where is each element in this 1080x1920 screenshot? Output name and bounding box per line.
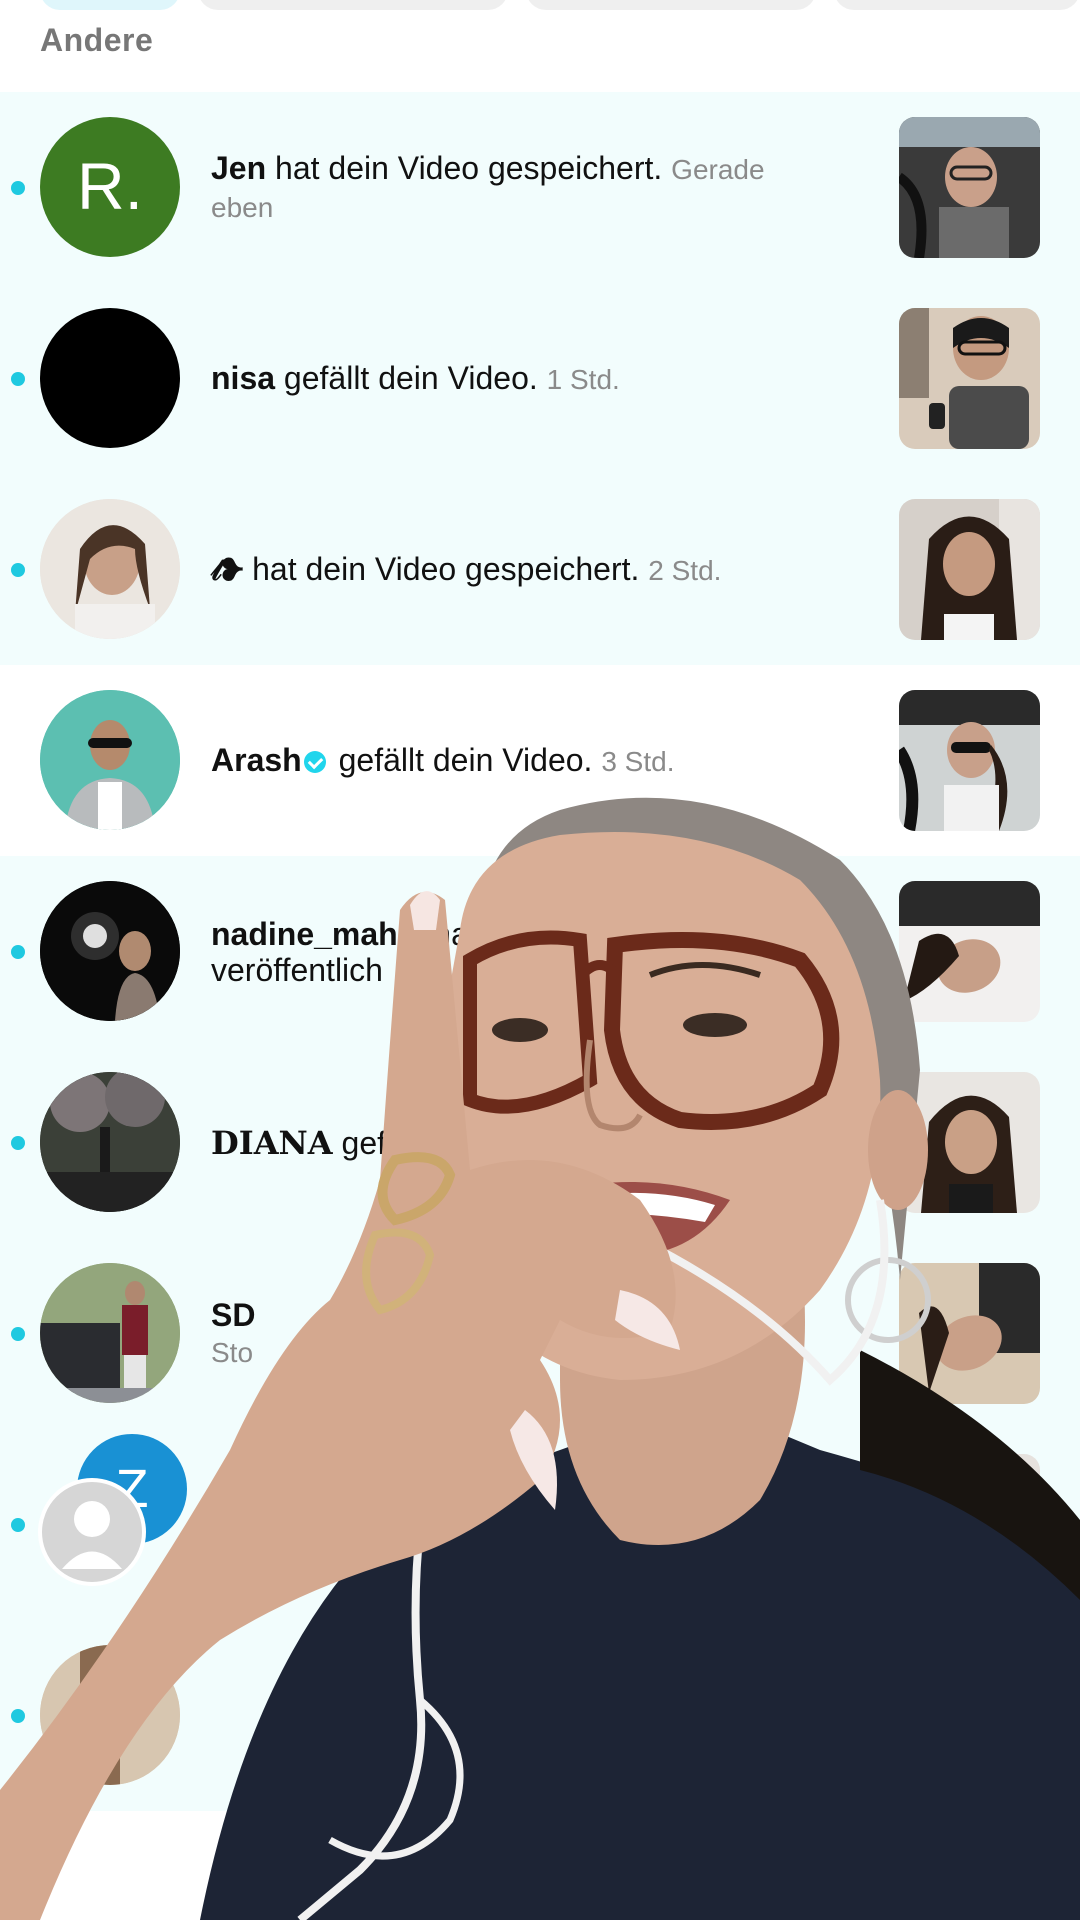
video-thumbnail[interactable]	[899, 881, 1040, 1022]
video-thumbnail[interactable]	[899, 1072, 1040, 1213]
video-thumbnail[interactable]	[899, 690, 1040, 831]
notification-text: Arash gefällt dein Video. 3 Std.	[211, 665, 831, 856]
notification-action: gef	[341, 1124, 386, 1161]
username[interactable]: Arash	[211, 742, 302, 778]
verified-badge-icon	[303, 751, 326, 774]
timestamp: 2 Std.	[648, 554, 722, 586]
avatar[interactable]	[40, 308, 180, 448]
notification-row[interactable]	[0, 1620, 1080, 1811]
notification-row[interactable]: 𝓉❥ hat dein Video gespeichert. 2 Std.	[0, 474, 1080, 665]
video-thumbnail[interactable]	[899, 1454, 1040, 1595]
notification-action: hat dein Video gespeichert.	[252, 550, 640, 587]
notification-row[interactable]: R. Jen hat dein Video gespeichert. Gerad…	[0, 92, 1080, 283]
notification-row[interactable]: Z	[0, 1429, 1080, 1620]
video-thumbnail[interactable]	[899, 308, 1040, 449]
unread-dot	[11, 1709, 25, 1723]
username[interactable]: Jen	[211, 150, 266, 186]
avatar[interactable]: R.	[40, 117, 180, 257]
unread-dot	[11, 1136, 25, 1150]
username[interactable]: DIANA	[211, 1124, 333, 1162]
notification-text: Jen hat dein Video gespeichert. Gerade e…	[211, 92, 831, 283]
username[interactable]: SD	[211, 1297, 255, 1333]
avatar[interactable]	[40, 881, 180, 1021]
unread-dot	[11, 563, 25, 577]
filter-chip[interactable]	[834, 0, 1080, 10]
avatar-letter: R.	[77, 149, 143, 223]
unread-dot	[11, 372, 25, 386]
username[interactable]: nisa	[211, 360, 275, 396]
avatar[interactable]	[40, 499, 180, 639]
notification-action-line2: veröffentlich	[211, 951, 383, 988]
timestamp: 3 Std.	[601, 745, 675, 777]
notification-row[interactable]: nadine_mah b ha veröffentlich	[0, 856, 1080, 1047]
notification-text: nisa gefällt dein Video. 1 Std.	[211, 283, 831, 474]
avatar[interactable]	[40, 1263, 180, 1403]
unread-dot	[11, 1518, 25, 1532]
video-thumbnail[interactable]	[899, 117, 1040, 258]
notification-action: b ha	[406, 915, 469, 952]
timestamp: 1 Std.	[546, 363, 620, 395]
filter-chip[interactable]	[526, 0, 816, 10]
notification-text: nadine_mah b ha veröffentlich	[211, 856, 831, 1047]
notification-list: R. Jen hat dein Video gespeichert. Gerad…	[0, 92, 1080, 1811]
notification-text: DIANA gef	[211, 1047, 831, 1238]
notification-text: 𝓉❥ hat dein Video gespeichert. 2 Std.	[211, 474, 831, 665]
video-thumbnail[interactable]	[899, 499, 1040, 640]
notification-row[interactable]: nisa gefällt dein Video. 1 Std.	[0, 283, 1080, 474]
unread-dot	[11, 945, 25, 959]
filter-chip-active[interactable]	[40, 0, 180, 10]
avatar[interactable]	[40, 1645, 180, 1785]
unread-dot	[11, 1327, 25, 1341]
notification-row[interactable]: Arash gefällt dein Video. 3 Std.	[0, 665, 1080, 856]
username[interactable]: nadine_mah	[211, 916, 398, 952]
video-thumbnail[interactable]	[899, 1263, 1040, 1404]
section-title: Andere	[40, 22, 154, 58]
avatar[interactable]: Z	[38, 1434, 187, 1594]
avatar[interactable]	[40, 1072, 180, 1212]
notification-action: hat dein Video gespeichert.	[275, 149, 663, 186]
filter-chip[interactable]	[198, 0, 508, 10]
notification-row[interactable]: SD Sto	[0, 1238, 1080, 1429]
notification-action: gefällt dein Video.	[338, 741, 593, 778]
notification-action: gefällt dein Video.	[283, 359, 538, 396]
notification-row[interactable]: DIANA gef	[0, 1047, 1080, 1238]
unread-dot	[11, 181, 25, 195]
notification-action-line2: Sto	[211, 1336, 254, 1368]
username[interactable]: 𝓉❥	[211, 550, 243, 588]
notification-text: SD Sto	[211, 1238, 831, 1429]
filter-chips	[0, 0, 1080, 12]
avatar[interactable]	[40, 690, 180, 830]
